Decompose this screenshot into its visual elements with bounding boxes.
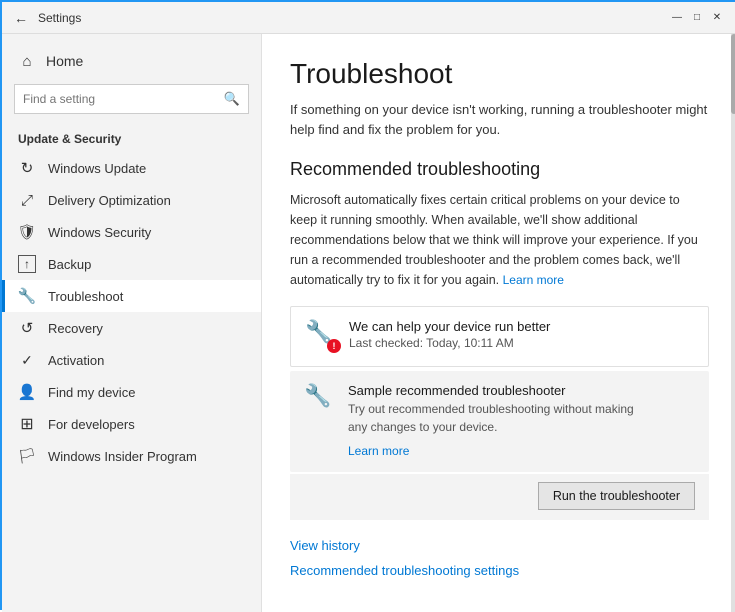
sidebar-item-windows-update[interactable]: ↻ Windows Update bbox=[2, 152, 261, 184]
wrench-icon-2: 🔧 bbox=[304, 383, 336, 409]
close-button[interactable]: ✕ bbox=[709, 10, 725, 26]
sidebar-item-delivery-optimization[interactable]: ⤢ Delivery Optimization bbox=[2, 184, 261, 216]
sidebar-item-backup[interactable]: ↑ Backup bbox=[2, 248, 261, 280]
home-icon: ⌂ bbox=[18, 52, 36, 70]
developers-icon: ⊞ bbox=[18, 415, 36, 433]
main-content: Troubleshoot If something on your device… bbox=[262, 34, 735, 612]
troubleshoot-card-1: 🔧 ! We can help your device run better L… bbox=[290, 306, 709, 367]
activation-icon: ✓ bbox=[18, 351, 36, 369]
sidebar-item-label: Find my device bbox=[48, 385, 135, 400]
sidebar-item-label: Windows Security bbox=[48, 225, 151, 240]
page-subtitle: If something on your device isn't workin… bbox=[290, 100, 709, 139]
minimize-button[interactable]: — bbox=[669, 10, 685, 26]
card2-desc: Try out recommended troubleshooting with… bbox=[348, 400, 695, 436]
sidebar-item-home[interactable]: ⌂ Home bbox=[2, 46, 261, 76]
sidebar-item-for-developers[interactable]: ⊞ For developers bbox=[2, 408, 261, 440]
sidebar-item-label: Delivery Optimization bbox=[48, 193, 171, 208]
sidebar-item-find-my-device[interactable]: 👤 Find my device bbox=[2, 376, 261, 408]
card1-title: We can help your device run better bbox=[349, 319, 694, 334]
error-badge: ! bbox=[327, 339, 341, 353]
sidebar-item-windows-security[interactable]: 🛡 Windows Security bbox=[2, 216, 261, 248]
app-title: Settings bbox=[38, 11, 81, 25]
sidebar-item-label: Backup bbox=[48, 257, 91, 272]
learn-more-inline-link[interactable]: Learn more bbox=[503, 273, 564, 287]
recovery-icon: ↺ bbox=[18, 319, 36, 337]
security-icon: 🛡 bbox=[18, 223, 36, 241]
search-icon: 🔍 bbox=[224, 91, 240, 107]
maximize-button[interactable]: □ bbox=[689, 10, 705, 26]
section-description: Microsoft automatically fixes certain cr… bbox=[290, 190, 709, 290]
sidebar: ⌂ Home 🔍 Update & Security ↻ Windows Upd… bbox=[2, 34, 262, 612]
card1-content: We can help your device run better Last … bbox=[349, 319, 694, 354]
troubleshoot-icon: 🔧 bbox=[18, 287, 36, 305]
title-bar: ← Settings — □ ✕ bbox=[2, 2, 735, 34]
run-btn-row: Run the troubleshooter bbox=[290, 474, 709, 520]
find-device-icon: 👤 bbox=[18, 383, 36, 401]
sidebar-item-label: For developers bbox=[48, 417, 135, 432]
sidebar-item-windows-insider[interactable]: 🏳 Windows Insider Program bbox=[2, 440, 261, 472]
search-box[interactable]: 🔍 bbox=[14, 84, 249, 114]
bottom-links: View history Recommended troubleshooting… bbox=[290, 538, 709, 578]
sidebar-item-activation[interactable]: ✓ Activation bbox=[2, 344, 261, 376]
sidebar-home-label: Home bbox=[46, 53, 83, 69]
card1-icon-wrapper: 🔧 ! bbox=[305, 319, 337, 351]
windows-update-icon: ↻ bbox=[18, 159, 36, 177]
sidebar-item-troubleshoot[interactable]: 🔧 Troubleshoot bbox=[2, 280, 261, 312]
card2-content: Sample recommended troubleshooter Try ou… bbox=[348, 383, 695, 460]
scrollbar-track[interactable] bbox=[731, 34, 735, 612]
view-history-link[interactable]: View history bbox=[290, 538, 709, 553]
sidebar-item-label: Windows Update bbox=[48, 161, 146, 176]
sidebar-item-label: Recovery bbox=[48, 321, 103, 336]
page-title: Troubleshoot bbox=[290, 58, 709, 90]
app-body: ⌂ Home 🔍 Update & Security ↻ Windows Upd… bbox=[2, 34, 735, 612]
scrollbar-thumb[interactable] bbox=[731, 34, 735, 114]
sidebar-section-title: Update & Security bbox=[2, 122, 261, 152]
card2-learn-more-link[interactable]: Learn more bbox=[348, 444, 409, 458]
sidebar-item-label: Activation bbox=[48, 353, 104, 368]
window-controls: — □ ✕ bbox=[669, 10, 725, 26]
run-troubleshooter-button[interactable]: Run the troubleshooter bbox=[538, 482, 695, 510]
delivery-icon: ⤢ bbox=[18, 191, 36, 209]
insider-icon: 🏳 bbox=[18, 447, 36, 465]
search-input[interactable] bbox=[23, 92, 224, 106]
back-button[interactable]: ← bbox=[14, 10, 28, 26]
recommended-settings-link[interactable]: Recommended troubleshooting settings bbox=[290, 563, 709, 578]
sidebar-item-label: Troubleshoot bbox=[48, 289, 123, 304]
card2-title: Sample recommended troubleshooter bbox=[348, 383, 695, 398]
backup-icon: ↑ bbox=[18, 255, 36, 273]
sidebar-item-label: Windows Insider Program bbox=[48, 449, 197, 464]
card1-subtitle: Last checked: Today, 10:11 AM bbox=[349, 336, 694, 350]
troubleshoot-card-2: 🔧 Sample recommended troubleshooter Try … bbox=[290, 371, 709, 472]
sidebar-item-recovery[interactable]: ↺ Recovery bbox=[2, 312, 261, 344]
section-title: Recommended troubleshooting bbox=[290, 159, 709, 180]
title-bar-left: ← Settings bbox=[14, 10, 81, 26]
card2-icon-wrapper: 🔧 bbox=[304, 383, 336, 415]
